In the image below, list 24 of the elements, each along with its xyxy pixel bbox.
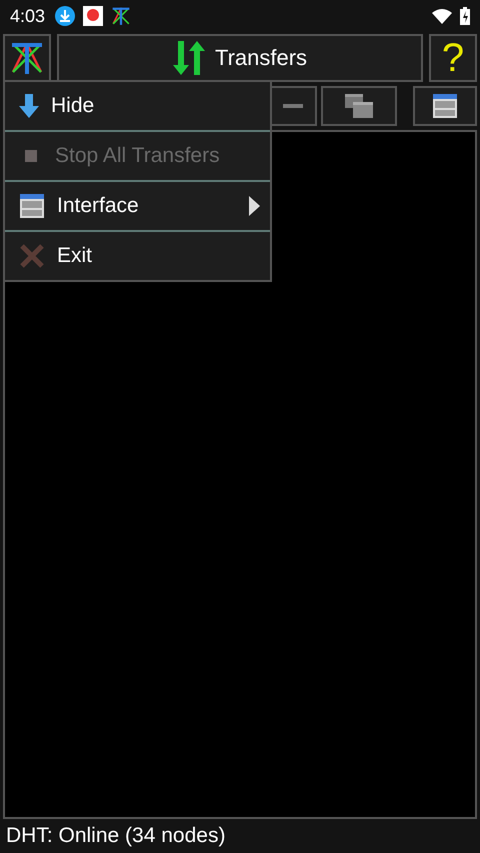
app-menu-button[interactable]: [3, 34, 51, 82]
window-icon: [19, 193, 45, 219]
clock: 4:03: [10, 6, 46, 26]
minus-icon: [283, 104, 303, 108]
down-arrow-icon: [19, 94, 39, 118]
transfers-button[interactable]: Transfers: [57, 34, 423, 82]
app-icon: [83, 6, 104, 26]
battery-icon: [460, 7, 470, 25]
menu-item[interactable]: Exit: [5, 230, 270, 280]
windows-button[interactable]: [321, 86, 397, 126]
interface-button[interactable]: [413, 86, 477, 126]
windows-icon: [345, 94, 373, 118]
menu-item[interactable]: Hide: [5, 82, 270, 130]
dht-status: DHT: Online (34 nodes): [5, 823, 226, 849]
close-icon: [19, 243, 45, 269]
logo-icon: [9, 40, 45, 76]
menu-item[interactable]: Interface: [5, 180, 270, 230]
collapse-button[interactable]: [269, 86, 317, 126]
download-icon: [55, 6, 76, 26]
wifi-icon: [432, 8, 452, 24]
window-icon: [432, 93, 458, 119]
help-button[interactable]: ?: [429, 34, 477, 82]
logo-icon: [111, 6, 132, 26]
transfer-arrows-icon: [172, 41, 205, 75]
